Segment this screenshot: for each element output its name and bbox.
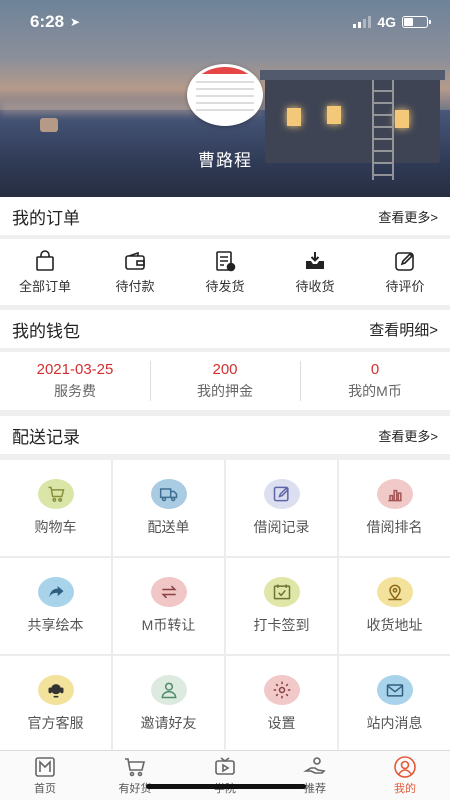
address-button[interactable]: 收货地址: [339, 558, 450, 654]
home-indicator: [146, 784, 306, 789]
friends-icon: [150, 675, 187, 705]
feature-grid: 购物车 配送单 借阅记录 借阅排名 共享绘本 M币转让 打卡签到 收货地址 官方…: [0, 460, 450, 752]
status-bar: 6:28 ➤ 4G: [0, 0, 450, 44]
order-unpaid-button[interactable]: 待付款: [90, 239, 180, 305]
tab-academy[interactable]: 学院: [180, 751, 270, 800]
transfer-icon: [150, 577, 187, 607]
profile-icon: [394, 756, 416, 778]
tab-mine[interactable]: 我的: [360, 751, 450, 800]
tab-recommend[interactable]: 推荐: [270, 751, 360, 800]
recommend-icon: [303, 757, 326, 774]
cart-icon: [125, 758, 146, 777]
tab-goods[interactable]: 有好货: [90, 751, 180, 800]
delivery-more-link[interactable]: 查看更多>: [378, 426, 438, 445]
cart-button[interactable]: 购物车: [0, 460, 111, 556]
profile-name: 曹路程: [198, 151, 252, 170]
delivery-order-button[interactable]: 配送单: [113, 460, 224, 556]
network-label: 4G: [377, 14, 396, 30]
wallet-title: 我的钱包: [12, 321, 80, 341]
tv-icon: [215, 757, 235, 775]
cart-icon: [37, 479, 74, 509]
location-arrow-icon: ➤: [70, 15, 81, 29]
orders-title: 我的订单: [12, 208, 80, 228]
delivery-title: 配送记录: [12, 427, 80, 447]
checkin-icon: [263, 577, 300, 607]
wallet-icon: [125, 251, 145, 270]
share-picturebook-button[interactable]: 共享绘本: [0, 558, 111, 654]
wallet-deposit[interactable]: 200 我的押金: [150, 352, 300, 410]
tab-home[interactable]: 首页: [0, 751, 90, 800]
bag-icon: [36, 250, 54, 271]
mail-icon: [376, 675, 413, 705]
customer-service-button[interactable]: 官方客服: [0, 656, 111, 752]
orders-header: 我的订单 查看更多>: [0, 197, 450, 235]
wallet-mcoin[interactable]: 0 我的M币: [300, 352, 450, 410]
mcoin-transfer-button[interactable]: M币转让: [113, 558, 224, 654]
signal-icon: [353, 16, 372, 28]
bottom-tab-bar: 首页 有好货 学院 推荐 我的: [0, 750, 450, 800]
pencil-icon: [263, 479, 300, 509]
share-icon: [37, 577, 74, 607]
shipping-list-icon: [216, 251, 236, 272]
borrow-ranking-button[interactable]: 借阅排名: [339, 460, 450, 556]
settings-button[interactable]: 设置: [226, 656, 337, 752]
location-icon: [376, 577, 413, 607]
ranking-icon: [376, 479, 413, 509]
truck-icon: [150, 479, 187, 509]
order-all-button[interactable]: 全部订单: [0, 239, 90, 305]
borrow-record-button[interactable]: 借阅记录: [226, 460, 337, 556]
invite-friends-button[interactable]: 邀请好友: [113, 656, 224, 752]
status-time: 6:28: [30, 12, 65, 31]
battery-icon: [402, 16, 431, 28]
headset-icon: [37, 675, 74, 705]
order-to-receive-button[interactable]: 待收货: [270, 239, 360, 305]
delivery-header: 配送记录 查看更多>: [0, 416, 450, 454]
edit-review-icon: [395, 252, 414, 271]
order-to-ship-button[interactable]: 待发货: [180, 239, 270, 305]
home-icon: [35, 757, 55, 777]
wallet-header: 我的钱包 查看明细>: [0, 310, 450, 348]
orders-more-link[interactable]: 查看更多>: [378, 207, 438, 226]
checkin-button[interactable]: 打卡签到: [226, 558, 337, 654]
gear-icon: [263, 675, 300, 705]
site-messages-button[interactable]: 站内消息: [339, 656, 450, 752]
banner-figure: [40, 118, 58, 132]
wallet-row: 2021-03-25 服务费 200 我的押金 0 我的M币: [0, 352, 450, 410]
orders-row: 全部订单 待付款 待发货 待收货 待评价: [0, 239, 450, 305]
order-to-review-button[interactable]: 待评价: [360, 239, 450, 305]
avatar[interactable]: [187, 64, 263, 126]
wallet-detail-link[interactable]: 查看明细>: [369, 319, 438, 340]
inbox-download-icon: [306, 252, 324, 269]
wallet-service-fee[interactable]: 2021-03-25 服务费: [0, 352, 150, 410]
